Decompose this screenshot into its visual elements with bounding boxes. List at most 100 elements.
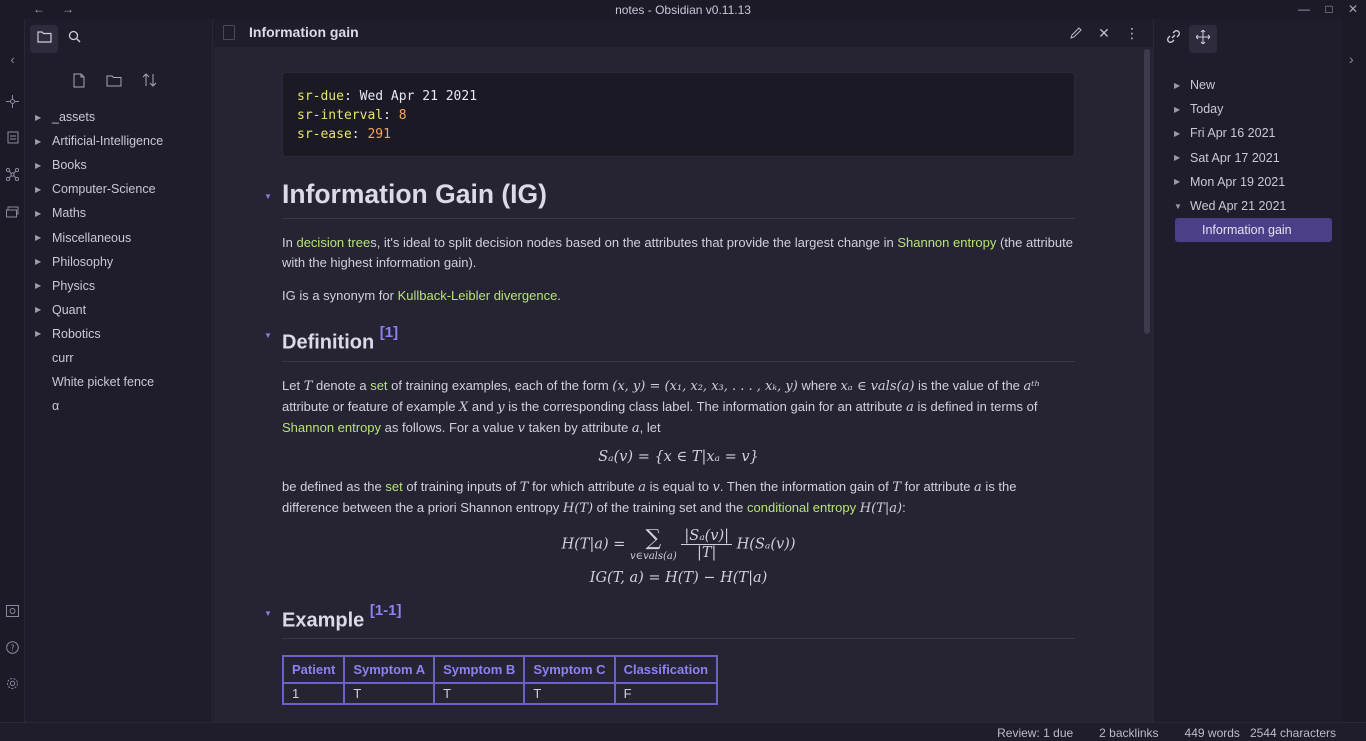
link-decision-tree[interactable]: decision tree (296, 235, 370, 250)
expand-arrow-icon: ▶ (35, 329, 42, 339)
graph-view-icon[interactable] (4, 95, 21, 112)
left-pane-tabs (30, 25, 88, 53)
new-note-icon[interactable] (70, 69, 88, 91)
review-group-item[interactable]: ▶ Today (1154, 97, 1343, 121)
table-cell: 1 (281, 682, 346, 706)
tree-item-label: Physics (52, 278, 96, 293)
new-folder-icon[interactable] (105, 69, 123, 91)
graph-tab[interactable] (1189, 25, 1217, 53)
equation-conditional-entropy: H(T|a) = ∑ v∈vals(a) |Sₐ(v)| |T| H(Sₐ(v)) (561, 525, 796, 562)
review-note-item[interactable]: Information gain (1175, 218, 1332, 243)
synonym-paragraph: IG is a synonym for Kullback-Leibler div… (282, 288, 561, 303)
folder-item[interactable]: ▶ Artificial-Intelligence (25, 129, 213, 153)
tree-item-label: _assets (52, 110, 96, 125)
sort-icon[interactable] (140, 69, 158, 91)
fold-arrow-icon[interactable]: ▼ (264, 609, 272, 618)
file-item[interactable]: curr (25, 346, 213, 370)
close-window-icon[interactable]: ✕ (1345, 2, 1361, 16)
heading-text: Information Gain (IG) (282, 179, 547, 209)
settings-gear-icon[interactable] (4, 677, 21, 694)
frontmatter-value: 8 (398, 108, 407, 123)
tree-item-label: Quant (52, 302, 87, 317)
graph-icon (1195, 28, 1211, 49)
more-options-icon[interactable]: ⋮ (1121, 23, 1143, 43)
table-cell: F (613, 682, 719, 706)
link-kl-divergence[interactable]: Kullback-Leibler divergence (398, 288, 558, 303)
review-group-label: Sat Apr 17 2021 (1190, 150, 1280, 165)
equation-information-gain: IG(T, a) = H(T) − H(T|a) (589, 569, 768, 586)
templates-icon[interactable] (4, 131, 21, 148)
heading-text: Example (282, 609, 365, 632)
backlinks-tab[interactable] (1159, 25, 1187, 53)
editor-scrollbar[interactable] (1144, 49, 1150, 334)
footnote-ref[interactable]: [1] (380, 324, 398, 341)
folder-item[interactable]: ▶ Quant (25, 298, 213, 322)
file-item[interactable]: White picket fence (25, 370, 213, 394)
table-cell: T (343, 682, 436, 706)
fold-arrow-icon[interactable]: ▼ (264, 331, 272, 340)
file-item[interactable]: α (25, 394, 213, 418)
folder-item[interactable]: ▶ Philosophy (25, 250, 213, 274)
review-status[interactable]: Review: 1 due (997, 726, 1073, 740)
review-group-item[interactable]: ▶ Mon Apr 19 2021 (1154, 170, 1343, 194)
backlinks-count[interactable]: 2 backlinks (1099, 726, 1158, 740)
editor-header: Information gain ✕ ⋮ (214, 19, 1153, 47)
footnote-ref[interactable]: [1-1] (370, 602, 402, 619)
svg-text:?: ? (10, 644, 14, 653)
minimize-icon[interactable]: — (1296, 2, 1312, 16)
expand-arrow-icon: ▶ (35, 305, 42, 315)
folder-item[interactable]: ▶ Computer-Science (25, 177, 213, 201)
review-group-item[interactable]: ▼ Wed Apr 21 2021 (1154, 194, 1343, 218)
window-title: notes - Obsidian v0.11.13 (615, 2, 751, 17)
table-cell: T (433, 682, 526, 706)
folder-item[interactable]: ▶ Maths (25, 201, 213, 225)
link-shannon-entropy[interactable]: Shannon entropy (897, 235, 996, 250)
collapse-arrow-icon: ▼ (1174, 201, 1182, 211)
table-row: 1TTTF (281, 682, 719, 706)
collapse-left-icon[interactable]: ‹ (4, 51, 21, 68)
frontmatter-key: sr-due (297, 89, 344, 104)
review-group-item[interactable]: ▶ New (1154, 73, 1343, 97)
expand-arrow-icon: ▶ (1174, 104, 1181, 114)
link-icon (1166, 30, 1180, 48)
right-ribbon: › (1342, 19, 1366, 722)
search-tab[interactable] (60, 25, 88, 53)
help-icon[interactable]: ? (4, 641, 21, 658)
folder-item[interactable]: ▶ Robotics (25, 322, 213, 346)
file-tree: ▶ _assets ▶ Artificial-Intelligence ▶ Books ▶ C… (25, 105, 213, 418)
frontmatter-value: Wed Apr 21 2021 (359, 89, 478, 104)
fold-arrow-icon[interactable]: ▼ (264, 192, 272, 201)
review-queue-tree: ▶ New ▶ Today ▶ Fri Apr 16 2021 ▶ Sat Apr 17 20… (1154, 73, 1343, 243)
flashcards-icon[interactable] (4, 205, 21, 222)
table-header: Patient (281, 655, 346, 685)
link-set[interactable]: set (370, 378, 387, 393)
expand-arrow-icon: ▶ (1174, 177, 1181, 187)
expand-arrow-icon: ▶ (35, 208, 42, 218)
close-note-icon[interactable]: ✕ (1093, 23, 1115, 43)
file-explorer-tab[interactable] (30, 25, 58, 53)
edit-pencil-icon[interactable] (1065, 23, 1087, 43)
folder-item[interactable]: ▶ _assets (25, 105, 213, 129)
right-pane: ▶ New ▶ Today ▶ Fri Apr 16 2021 ▶ Sat Apr 17 20… (1153, 19, 1342, 722)
vault-switch-icon[interactable] (4, 604, 21, 621)
expand-arrow-icon: ▶ (35, 257, 42, 267)
maximize-icon[interactable]: □ (1321, 2, 1337, 16)
review-group-item[interactable]: ▶ Sat Apr 17 2021 (1154, 146, 1343, 170)
note-title[interactable]: Information gain (249, 24, 359, 40)
expand-arrow-icon: ▶ (35, 136, 42, 146)
graph-network-icon[interactable] (4, 167, 21, 185)
definition-paragraph-2: be defined as the set of training inputs… (282, 478, 1017, 516)
title-bar: ← → notes - Obsidian v0.11.13 — □ ✕ (0, 0, 1366, 19)
folder-item[interactable]: ▶ Physics (25, 274, 213, 298)
link-shannon-entropy[interactable]: Shannon entropy (282, 420, 381, 435)
collapse-right-icon[interactable]: › (1349, 51, 1354, 67)
folder-item[interactable]: ▶ Miscellaneous (25, 225, 213, 249)
link-set[interactable]: set (385, 479, 402, 494)
expand-arrow-icon: ▶ (35, 160, 42, 170)
frontmatter-block[interactable]: sr-due: Wed Apr 21 2021 sr-interval: 8 s… (282, 72, 1075, 157)
file-explorer-pane: ▶ _assets ▶ Artificial-Intelligence ▶ Books ▶ C… (25, 19, 213, 722)
review-group-item[interactable]: ▶ Fri Apr 16 2021 (1154, 121, 1343, 145)
link-conditional-entropy[interactable]: conditional entropy (747, 500, 856, 515)
note-content: sr-due: Wed Apr 21 2021 sr-interval: 8 s… (264, 72, 1075, 706)
folder-item[interactable]: ▶ Books (25, 153, 213, 177)
